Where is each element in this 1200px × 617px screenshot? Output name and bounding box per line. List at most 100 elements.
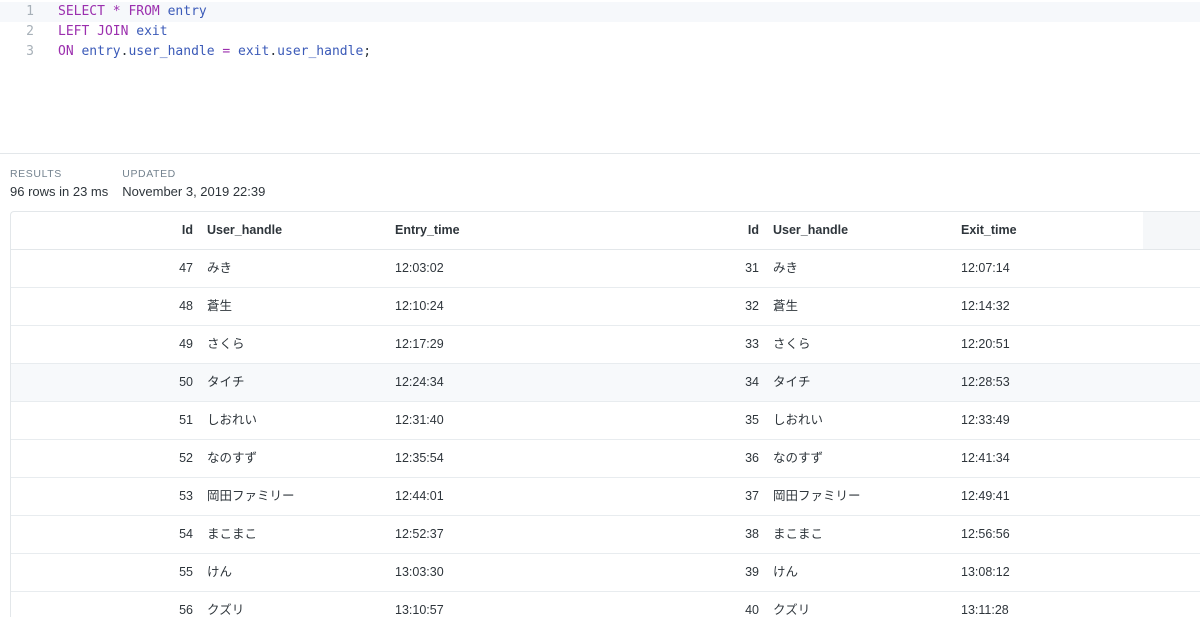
- column-header-id-2[interactable]: Id: [697, 212, 759, 249]
- cell-user-handle-2: まこまこ: [773, 527, 824, 541]
- code-token: *: [112, 4, 121, 19]
- cell-exit-time: 12:33:49: [961, 413, 1010, 427]
- column-header-exit-time[interactable]: Exit_time: [961, 212, 1017, 249]
- cell-id: 54: [179, 527, 193, 541]
- cell-id: 50: [179, 375, 193, 389]
- cell-id: 48: [179, 299, 193, 313]
- cell-user-handle: 蒼生: [207, 299, 233, 313]
- cell-user-handle: みき: [207, 261, 233, 275]
- code-token: user_handle: [277, 44, 364, 59]
- cell-user-handle-2: 岡田ファミリー: [773, 489, 861, 503]
- code-token: LEFT: [58, 24, 90, 39]
- cell-exit-time: 12:07:14: [961, 261, 1010, 275]
- cell-id-2: 31: [745, 261, 759, 275]
- table-row[interactable]: 51 しおれい 12:31:40 35 しおれい 12:33:49: [11, 402, 1200, 440]
- cell-id-2: 34: [745, 375, 759, 389]
- cell-entry-time: 12:10:24: [395, 299, 444, 313]
- cell-id: 52: [179, 451, 193, 465]
- cell-id-2: 36: [745, 451, 759, 465]
- table-row[interactable]: 53 岡田ファミリー 12:44:01 37 岡田ファミリー 12:49:41: [11, 478, 1200, 516]
- cell-id: 53: [179, 489, 193, 503]
- line-number: 2: [26, 24, 34, 39]
- cell-id-2: 33: [745, 337, 759, 351]
- code-token: ;: [363, 44, 372, 59]
- column-header-id[interactable]: Id: [131, 212, 193, 249]
- cell-id: 51: [179, 413, 193, 427]
- cell-user-handle: 岡田ファミリー: [207, 489, 295, 503]
- code-token: FROM: [128, 4, 160, 19]
- line-number: 3: [26, 44, 34, 59]
- updated-info: UPDATED November 3, 2019 22:39: [122, 167, 265, 201]
- cell-id: 55: [179, 565, 193, 579]
- updated-value: November 3, 2019 22:39: [122, 184, 266, 199]
- cell-user-handle-2: タイチ: [773, 375, 811, 389]
- code-token: ON: [58, 44, 74, 59]
- cell-entry-time: 12:52:37: [395, 527, 444, 541]
- cell-user-handle: さくら: [207, 337, 245, 351]
- table-row[interactable]: 52 なのすず 12:35:54 36 なのすず 12:41:34: [11, 440, 1200, 478]
- sql-editor[interactable]: 1 SELECT * FROM entry 2 LEFT JOIN exit 3 ON e…: [0, 0, 1200, 154]
- cell-exit-time: 12:56:56: [961, 527, 1010, 541]
- cell-exit-time: 13:11:28: [961, 603, 1009, 617]
- column-header-entry-time[interactable]: Entry_time: [395, 212, 460, 249]
- code-token: user_handle: [128, 44, 215, 59]
- cell-user-handle-2: 蒼生: [773, 299, 799, 313]
- results-label: RESULTS: [10, 168, 62, 180]
- cell-exit-time: 12:49:41: [961, 489, 1010, 503]
- cell-user-handle: しおれい: [207, 413, 258, 427]
- cell-entry-time: 12:31:40: [395, 413, 444, 427]
- table-row[interactable]: 48 蒼生 12:10:24 32 蒼生 12:14:32: [11, 288, 1200, 326]
- table-row[interactable]: 47 みき 12:03:02 31 みき 12:07:14: [11, 250, 1200, 288]
- cell-user-handle-2: しおれい: [773, 413, 824, 427]
- cell-user-handle: まこまこ: [207, 527, 258, 541]
- cell-user-handle: タイチ: [207, 375, 245, 389]
- header-scroll-filler: [1143, 212, 1200, 249]
- code-line[interactable]: 3 ON entry.user_handle = exit.user_handle…: [0, 42, 371, 62]
- code-line[interactable]: 1 SELECT * FROM entry: [0, 2, 1200, 22]
- cell-id-2: 32: [745, 299, 759, 313]
- results-table[interactable]: Id User_handle Entry_time Id User_handle…: [10, 211, 1200, 617]
- cell-user-handle: クズリ: [207, 603, 245, 617]
- cell-user-handle-2: なのすず: [773, 451, 824, 465]
- column-header-user-handle-2[interactable]: User_handle: [773, 212, 848, 249]
- code-token: exit: [136, 24, 168, 39]
- table-row[interactable]: 56 クズリ 13:10:57 40 クズリ 13:11:28: [11, 592, 1200, 617]
- cell-user-handle-2: クズリ: [773, 603, 811, 617]
- table-header: Id User_handle Entry_time Id User_handle…: [11, 212, 1200, 250]
- cell-entry-time: 13:10:57: [395, 603, 444, 617]
- code-token: SELECT: [58, 4, 105, 19]
- column-header-user-handle[interactable]: User_handle: [207, 212, 282, 249]
- table-row[interactable]: 54 まこまこ 12:52:37 38 まこまこ 12:56:56: [11, 516, 1200, 554]
- cell-id-2: 37: [745, 489, 759, 503]
- code-token: entry: [81, 44, 121, 59]
- cell-id-2: 39: [745, 565, 759, 579]
- cell-id: 56: [179, 603, 193, 617]
- cell-entry-time: 12:03:02: [395, 261, 444, 275]
- cell-id-2: 38: [745, 527, 759, 541]
- cell-user-handle: けん: [207, 565, 233, 579]
- table-row[interactable]: 49 さくら 12:17:29 33 さくら 12:20:51: [11, 326, 1200, 364]
- cell-user-handle-2: けん: [773, 565, 799, 579]
- code-token: JOIN: [97, 24, 129, 39]
- cell-entry-time: 13:03:30: [395, 565, 444, 579]
- line-number: 1: [26, 4, 34, 19]
- updated-label: UPDATED: [122, 168, 176, 180]
- cell-id-2: 40: [745, 603, 759, 617]
- cell-entry-time: 12:24:34: [395, 375, 444, 389]
- cell-exit-time: 12:28:53: [961, 375, 1010, 389]
- cell-id: 49: [179, 337, 193, 351]
- code-token: .: [269, 44, 278, 59]
- cell-id: 47: [179, 261, 193, 275]
- results-info: RESULTS 96 rows in 23 ms: [10, 167, 108, 201]
- code-token: entry: [167, 4, 207, 19]
- cell-user-handle: なのすず: [207, 451, 258, 465]
- cell-user-handle-2: みき: [773, 261, 799, 275]
- table-row[interactable]: 50 タイチ 12:24:34 34 タイチ 12:28:53: [11, 364, 1200, 402]
- cell-exit-time: 12:14:32: [961, 299, 1010, 313]
- table-row[interactable]: 55 けん 13:03:30 39 けん 13:08:12: [11, 554, 1200, 592]
- cell-user-handle-2: さくら: [773, 337, 811, 351]
- code-line[interactable]: 2 LEFT JOIN exit: [0, 22, 168, 42]
